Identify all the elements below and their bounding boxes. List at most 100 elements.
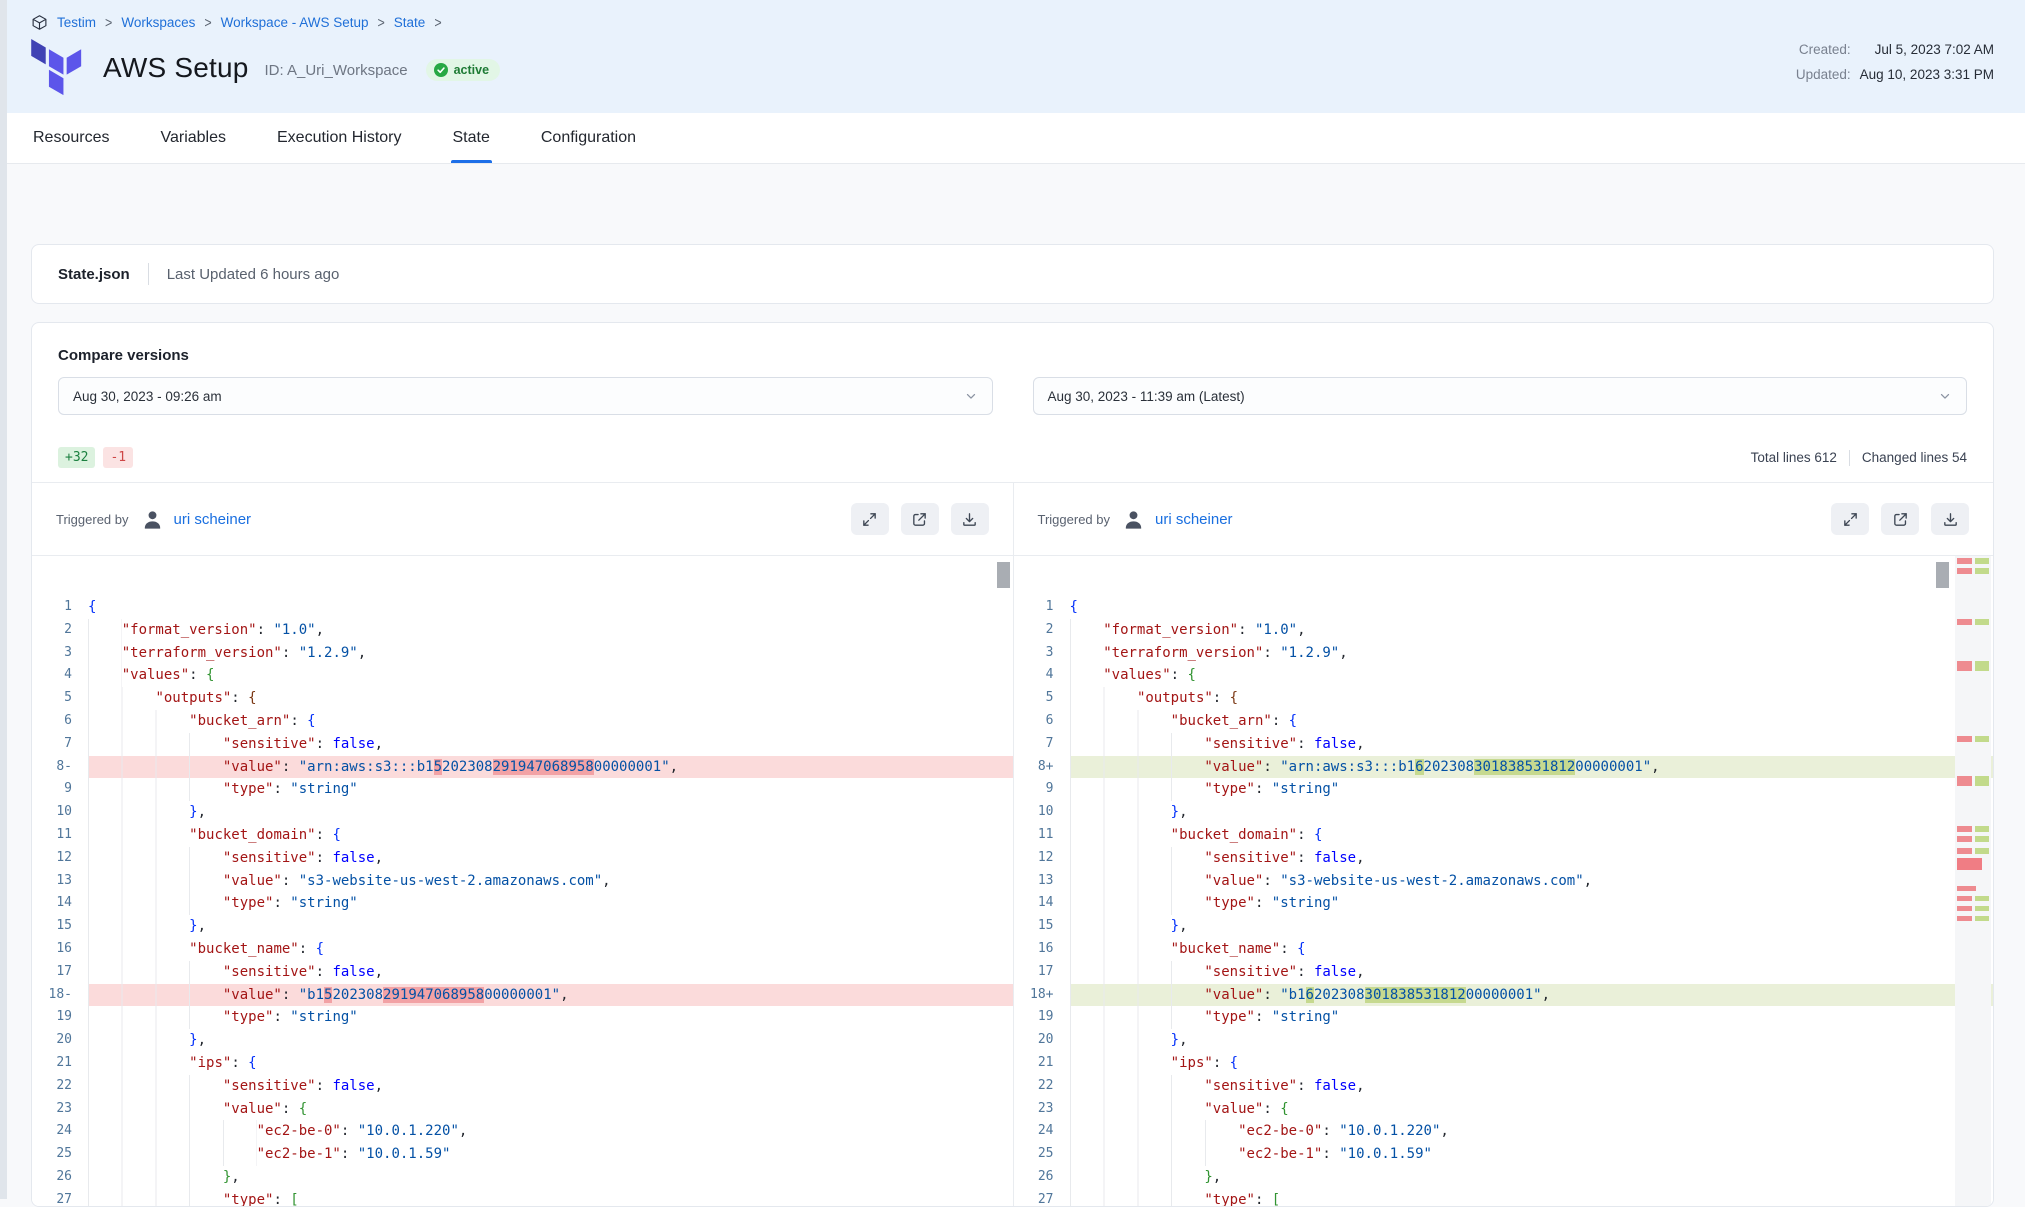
tabs: Resources Variables Execution History State… [0, 113, 2025, 164]
code-line: 16 "bucket_name": { [1014, 938, 1994, 961]
line-number: 21 [1014, 1052, 1070, 1075]
diff-overview-ruler [1955, 556, 1991, 1206]
line-number: 5 [32, 687, 88, 710]
code-line: 27 "type": [ [1014, 1189, 1994, 1206]
created-value: Jul 5, 2023 7:02 AM [1860, 42, 1994, 57]
updated-label: Updated: [1796, 67, 1851, 82]
code-line: 1{ [1014, 596, 1994, 619]
additions-badge: +32 [58, 447, 95, 468]
chevron-down-icon [1938, 389, 1952, 403]
triggered-by-user-link[interactable]: uri scheiner [1155, 511, 1233, 528]
code-line: 14 "type": "string" [1014, 892, 1994, 915]
workspace-title-row: AWS Setup ID: A_Uri_Workspace active [31, 39, 1994, 97]
open-in-new-button[interactable] [1881, 503, 1919, 535]
breadcrumb-items: Testim>Workspaces>Workspace - AWS Setup>… [57, 15, 442, 30]
download-button[interactable] [951, 503, 989, 535]
scrollbar-thumb[interactable] [997, 562, 1010, 588]
line-number: 16 [32, 938, 88, 961]
diff-pane-left: Triggered by uri scheiner [32, 483, 1013, 1206]
breadcrumb-item[interactable]: State [394, 15, 426, 30]
code-line: 5 "outputs": { [1014, 687, 1994, 710]
tab-resources[interactable]: Resources [31, 113, 111, 163]
pane-right-actions [1831, 503, 1969, 535]
workspace-meta: Created: Jul 5, 2023 7:02 AM Updated: Au… [1796, 42, 1994, 82]
code-line: 6 "bucket_arn": { [32, 710, 1013, 733]
line-number: 22 [32, 1075, 88, 1098]
changed-lines: Changed lines 54 [1862, 450, 1967, 465]
line-number: 15 [1014, 915, 1070, 938]
code-line: 13 "value": "s3-website-us-west-2.amazon… [32, 870, 1013, 893]
code-line: 26 }, [1014, 1166, 1994, 1189]
open-in-new-button[interactable] [901, 503, 939, 535]
download-button[interactable] [1931, 503, 1969, 535]
line-number: 25 [32, 1143, 88, 1166]
code-line: 6 "bucket_arn": { [1014, 710, 1994, 733]
line-number: 17 [1014, 961, 1070, 984]
code-line: 18+ "value": "b1620230830183853181200000… [1014, 984, 1994, 1007]
status-badge: active [426, 59, 500, 81]
code-line: 2 "format_version": "1.0", [1014, 619, 1994, 642]
line-number: 26 [32, 1166, 88, 1189]
scrollbar-thumb[interactable] [1936, 562, 1949, 588]
code-line: 16 "bucket_name": { [32, 938, 1013, 961]
download-icon [961, 511, 978, 528]
diff-marker [1957, 558, 1989, 564]
tab-state[interactable]: State [451, 113, 492, 163]
line-number: 3 [32, 642, 88, 665]
line-number: 9 [1014, 778, 1070, 801]
line-number: 12 [1014, 847, 1070, 870]
tab-variables[interactable]: Variables [158, 113, 228, 163]
pane-left-header: Triggered by uri scheiner [32, 483, 1013, 556]
line-number: 7 [32, 733, 88, 756]
code-line: 8+ "value": "arn:aws:s3:::b1620230830183… [1014, 756, 1994, 779]
code-line: 3 "terraform_version": "1.2.9", [32, 642, 1013, 665]
code-line: 18- "value": "b1520230829194706895800000… [32, 984, 1013, 1007]
line-number: 6 [1014, 710, 1070, 733]
right-version-value: Aug 30, 2023 - 11:39 am (Latest) [1048, 389, 1245, 404]
diff-marker [1957, 836, 1989, 842]
line-number: 14 [1014, 892, 1070, 915]
tab-execution-history[interactable]: Execution History [275, 113, 404, 163]
expand-button[interactable] [1831, 503, 1869, 535]
code-line: 3 "terraform_version": "1.2.9", [1014, 642, 1994, 665]
breadcrumb-separator: > [434, 14, 441, 30]
line-number: 19 [1014, 1006, 1070, 1029]
main-content: State.json Last Updated 6 hours ago Comp… [0, 244, 2025, 1207]
diff-marker [1957, 826, 1989, 832]
code-line: 7 "sensitive": false, [1014, 733, 1994, 756]
breadcrumb-item[interactable]: Workspace - AWS Setup [221, 15, 369, 30]
line-number: 9 [32, 778, 88, 801]
divider [1849, 450, 1850, 466]
pane-left-code: 1{2 "format_version": "1.0",3 "terraform… [32, 556, 1013, 1206]
code-line: 13 "value": "s3-website-us-west-2.amazon… [1014, 870, 1994, 893]
line-number: 1 [1014, 596, 1070, 619]
check-circle-icon [434, 63, 448, 77]
triggered-by-label: Triggered by [1038, 512, 1111, 527]
breadcrumb-item[interactable]: Workspaces [121, 15, 195, 30]
code-line: 2 "format_version": "1.0", [32, 619, 1013, 642]
line-number: 15 [32, 915, 88, 938]
line-number: 24 [32, 1120, 88, 1143]
line-number: 20 [1014, 1029, 1070, 1052]
pane-right-header: Triggered by uri scheiner [1014, 483, 1994, 556]
right-version-select[interactable]: Aug 30, 2023 - 11:39 am (Latest) [1033, 377, 1968, 415]
line-number: 16 [1014, 938, 1070, 961]
triggered-by-user-link[interactable]: uri scheiner [174, 511, 252, 528]
left-version-select[interactable]: Aug 30, 2023 - 09:26 am [58, 377, 993, 415]
line-number: 12 [32, 847, 88, 870]
code-line: 5 "outputs": { [32, 687, 1013, 710]
external-link-icon [911, 511, 928, 528]
expand-button[interactable] [851, 503, 889, 535]
breadcrumb-item[interactable]: Testim [57, 15, 96, 30]
diff-marker [1957, 906, 1989, 911]
tab-configuration[interactable]: Configuration [539, 113, 638, 163]
code-line: 20 }, [1014, 1029, 1994, 1052]
terraform-logo [31, 39, 83, 97]
line-number: 18- [32, 984, 88, 1007]
divider [148, 263, 149, 285]
diff-panes: Triggered by uri scheiner [32, 483, 1993, 1206]
line-number: 22 [1014, 1075, 1070, 1098]
code-line: 14 "type": "string" [32, 892, 1013, 915]
chevron-down-icon [964, 389, 978, 403]
diff-marker [1957, 776, 1989, 786]
